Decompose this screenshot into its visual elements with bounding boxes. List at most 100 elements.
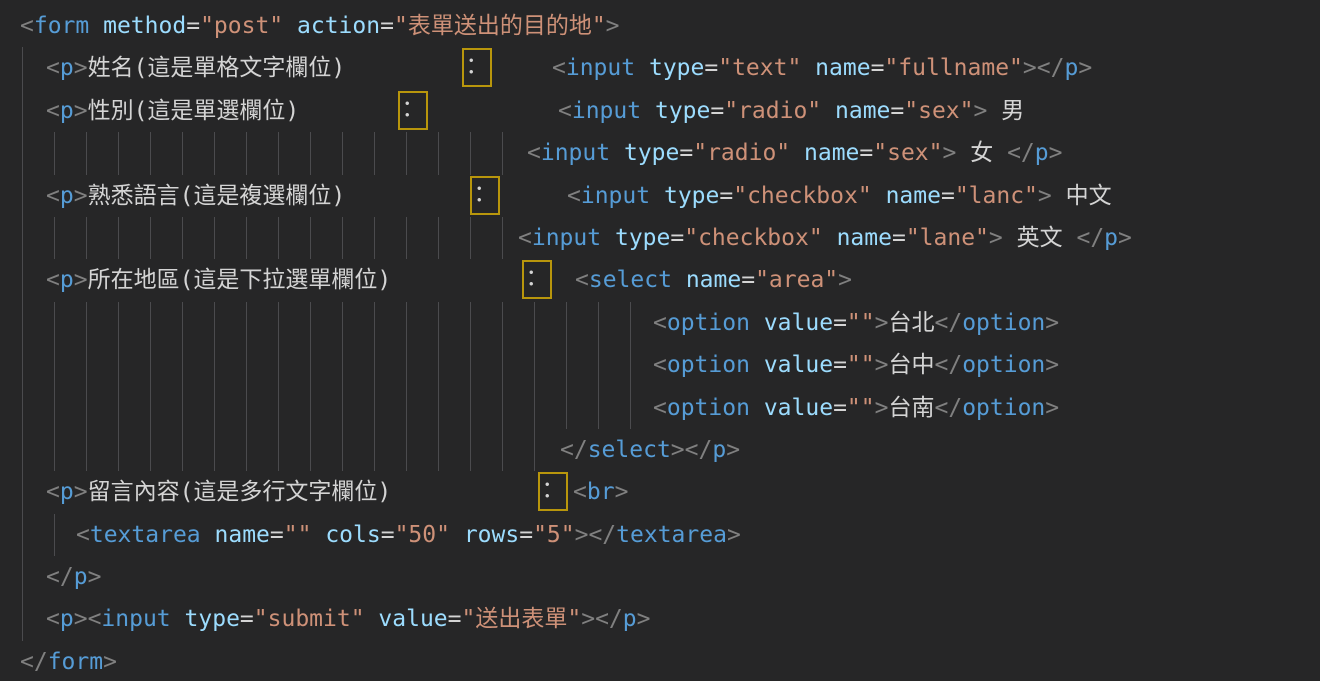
code-token: >: [103, 649, 117, 675]
code-line[interactable]: <p>姓名(這是單格文字欄位)：<input type="text" name=…: [0, 47, 1320, 89]
code-token: ></: [581, 606, 623, 632]
code-chunk: <p>所在地區(這是下拉選單欄位): [46, 259, 391, 301]
code-token: 中文: [1052, 183, 1112, 209]
code-token: p: [1104, 225, 1118, 251]
indent-guides: [22, 132, 504, 174]
code-token: [635, 55, 649, 81]
code-token: <: [573, 479, 587, 505]
code-token: >: [88, 564, 102, 590]
code-line[interactable]: <p>熟悉語言(這是複選欄位)：<input type="checkbox" n…: [0, 175, 1320, 217]
unicode-highlight-colon: ：: [470, 176, 500, 215]
code-line[interactable]: <p>留言內容(這是多行文字欄位) ：<br>: [0, 471, 1320, 513]
code-token: option: [962, 310, 1045, 336]
code-token: "送出表單": [462, 606, 582, 632]
code-line[interactable]: <option value="">台中</option>: [0, 344, 1320, 386]
code-token: "sex": [873, 140, 942, 166]
code-line[interactable]: <form method="post" action="表單送出的目的地">: [0, 5, 1320, 47]
code-token: >: [1118, 225, 1132, 251]
code-token: <: [552, 55, 566, 81]
code-token: >: [943, 140, 957, 166]
code-token: value: [378, 606, 447, 632]
code-line[interactable]: </form>: [0, 641, 1320, 681]
code-token: type: [185, 606, 240, 632]
code-token: [750, 395, 764, 421]
code-token: type: [615, 225, 670, 251]
code-chunk: <p>留言內容(這是多行文字欄位): [46, 471, 391, 513]
code-token: >: [1038, 183, 1052, 209]
code-token: [750, 310, 764, 336]
code-token: name: [837, 225, 892, 251]
code-line[interactable]: <option value="">台南</option>: [0, 387, 1320, 429]
code-line[interactable]: <option value="">台北</option>: [0, 302, 1320, 344]
code-chunk: <p><input type="submit" value="送出表單"></p…: [46, 598, 651, 640]
code-line[interactable]: <p>性別(這是單選欄位)：<input type="radio" name="…: [0, 90, 1320, 132]
indent-guides: [22, 302, 632, 344]
code-token: "50": [395, 522, 450, 548]
code-token: >: [74, 183, 88, 209]
code-token: 英文: [1003, 225, 1077, 251]
code-token: option: [667, 395, 750, 421]
code-token: =: [833, 395, 847, 421]
unicode-highlight-colon: ：: [538, 472, 568, 511]
code-token: >: [875, 352, 889, 378]
code-chunk: <p>性別(這是單選欄位): [46, 90, 299, 132]
code-token: =: [941, 183, 955, 209]
code-token: <: [653, 352, 667, 378]
code-token: >: [1078, 55, 1092, 81]
code-line[interactable]: <p><input type="submit" value="送出表單"></p…: [0, 598, 1320, 640]
code-token: p: [1035, 140, 1049, 166]
code-token: input: [572, 98, 641, 124]
code-token: form: [48, 649, 103, 675]
code-token: <: [46, 479, 60, 505]
code-token: <: [46, 55, 60, 81]
code-token: [821, 98, 835, 124]
code-line[interactable]: </p>: [0, 556, 1320, 598]
code-token: </: [934, 395, 962, 421]
code-token: 留言內容(這是多行文字欄位): [88, 479, 392, 505]
code-token: <: [567, 183, 581, 209]
code-token: <: [76, 522, 90, 548]
code-chunk: <p>姓名(這是單格文字欄位): [46, 47, 345, 89]
code-chunk: <option value="">台北</option>: [653, 302, 1059, 344]
code-token: </: [1007, 140, 1035, 166]
code-token: =: [448, 606, 462, 632]
code-token: >: [74, 267, 88, 293]
code-chunk: </form>: [20, 641, 117, 681]
indent-guides: [22, 556, 24, 598]
code-token: =: [890, 98, 904, 124]
code-chunk: </select></p>: [560, 429, 740, 471]
code-line[interactable]: <p>所在地區(這是下拉選單欄位)：<select name="area">: [0, 259, 1320, 301]
code-token: "": [284, 522, 312, 548]
code-token: >: [726, 437, 740, 463]
code-token: name: [815, 55, 870, 81]
code-editor[interactable]: <form method="post" action="表單送出的目的地"><p…: [0, 0, 1320, 681]
indent-guides: [22, 387, 632, 429]
code-token: [283, 13, 297, 39]
code-line[interactable]: <input type="checkbox" name="lane"> 英文 <…: [0, 217, 1320, 259]
code-token: p: [60, 98, 74, 124]
indent-guides: [22, 47, 24, 89]
code-token: ></: [1023, 55, 1065, 81]
code-line[interactable]: <textarea name="" cols="50" rows="5"></t…: [0, 514, 1320, 556]
code-token: [790, 140, 804, 166]
code-token: <: [558, 98, 572, 124]
code-token: p: [712, 437, 726, 463]
indent-guides: [22, 90, 24, 132]
code-token: <: [46, 606, 60, 632]
code-token: </: [560, 437, 588, 463]
code-line[interactable]: <input type="radio" name="sex"> 女 </p>: [0, 132, 1320, 174]
code-token: p: [60, 183, 74, 209]
code-token: ></: [671, 437, 713, 463]
code-token: [872, 183, 886, 209]
code-chunk: <br>: [573, 471, 628, 513]
indent-guides: [22, 259, 24, 301]
indent-guides: [22, 514, 56, 556]
code-token: >: [838, 267, 852, 293]
code-token: 所在地區(這是下拉選單欄位): [88, 267, 392, 293]
code-token: =: [381, 522, 395, 548]
code-token: <: [527, 140, 541, 166]
code-chunk: <input type="checkbox" name="lanc"> 中文: [567, 175, 1112, 217]
code-token: "sex": [904, 98, 973, 124]
code-token: method: [103, 13, 186, 39]
code-line[interactable]: </select></p>: [0, 429, 1320, 471]
